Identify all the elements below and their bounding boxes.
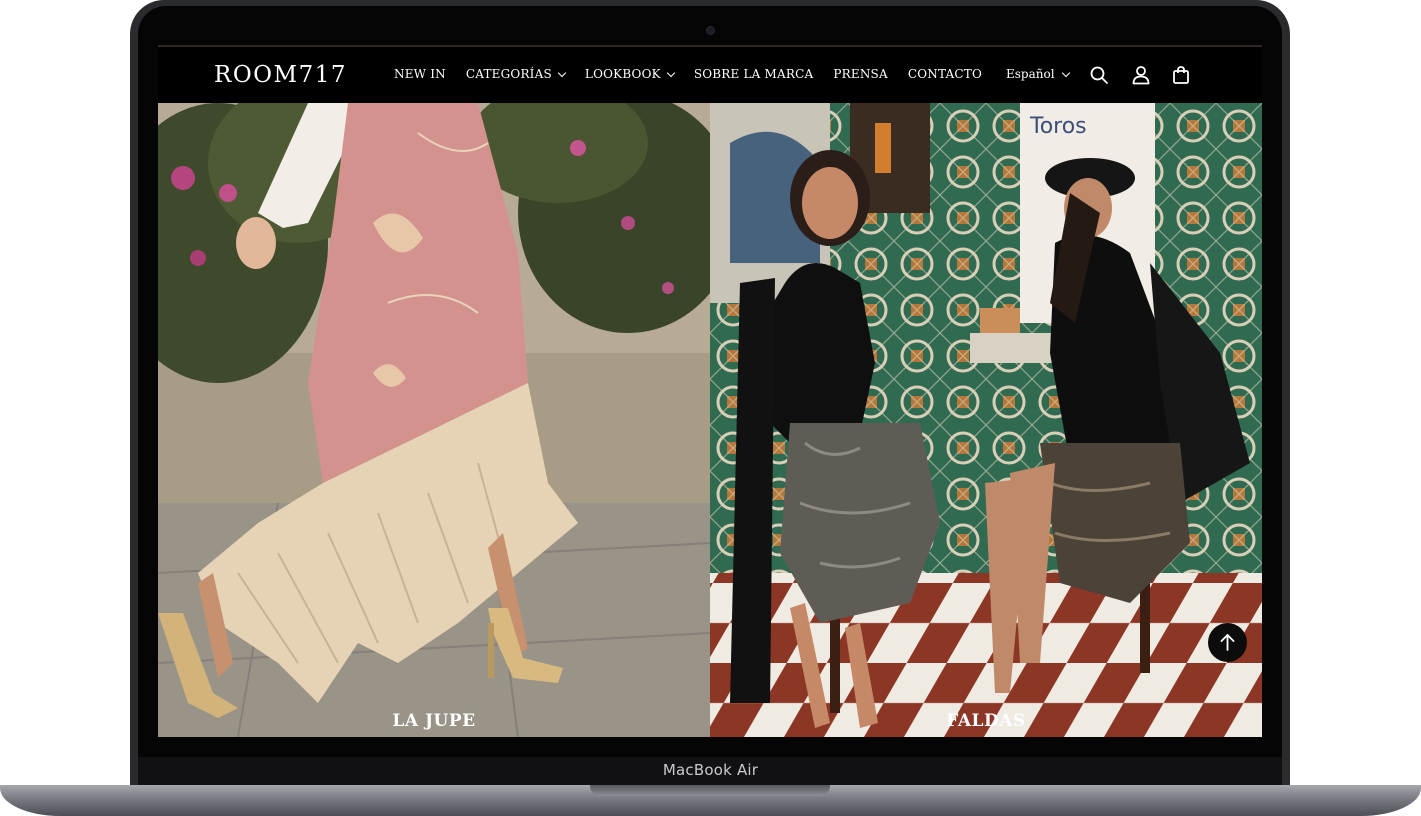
nav-label: NEW IN — [394, 67, 446, 81]
nav-new-in[interactable]: NEW IN — [394, 67, 446, 81]
nav-sobre-la-marca[interactable]: SOBRE LA MARCA — [694, 67, 814, 81]
nav-lookbook[interactable]: LOOKBOOK — [584, 67, 676, 81]
camera-dot — [706, 26, 715, 35]
chevron-down-icon — [557, 68, 567, 77]
nav-label: CONTACTO — [907, 67, 983, 81]
nav-categorias[interactable]: CATEGORÍAS — [465, 67, 567, 81]
arrow-up-icon — [1220, 634, 1235, 651]
laptop-base-notch — [590, 785, 830, 796]
language-selector[interactable]: Español — [1006, 67, 1070, 81]
screen: ROOM717 NEW IN CATEGORÍAS LOOKBOOK SOBRE… — [158, 45, 1262, 737]
cart-button[interactable] — [1170, 64, 1192, 86]
device-label: MacBook Air — [662, 761, 759, 779]
search-icon — [1090, 66, 1108, 84]
nav-prensa[interactable]: PRENSA — [833, 67, 887, 81]
user-icon — [1132, 66, 1150, 85]
account-button[interactable] — [1130, 64, 1152, 86]
search-button[interactable] — [1088, 64, 1110, 86]
nav-contacto[interactable]: CONTACTO — [908, 67, 982, 81]
nav-label: SOBRE LA MARCA — [693, 67, 814, 81]
language-label: Español — [1006, 67, 1055, 81]
collection-la-jupe[interactable]: LA JUPE — [158, 103, 710, 737]
collection-caption[interactable]: LA JUPE — [158, 711, 710, 731]
nav-label: PRENSA — [833, 67, 888, 81]
svg-text:Toros: Toros — [1029, 114, 1087, 139]
chevron-down-icon — [1061, 68, 1070, 77]
chevron-down-icon — [666, 68, 676, 77]
la-jupe-photo — [158, 103, 710, 737]
main-nav: NEW IN CATEGORÍAS LOOKBOOK SOBRE LA MARC… — [394, 67, 982, 81]
brand-logo[interactable]: ROOM717 — [214, 62, 347, 88]
collection-caption[interactable]: FALDAS — [710, 711, 1262, 731]
faldas-photo: Toros — [710, 103, 1262, 737]
shopping-bag-icon — [1173, 66, 1189, 84]
nav-label: LOOKBOOK — [584, 67, 661, 81]
nav-label: CATEGORÍAS — [465, 67, 552, 81]
collection-faldas[interactable]: Toros FALDAS — [710, 103, 1262, 737]
site-header: ROOM717 NEW IN CATEGORÍAS LOOKBOOK SOBRE… — [158, 47, 1262, 103]
scroll-to-top-button[interactable] — [1208, 623, 1247, 662]
